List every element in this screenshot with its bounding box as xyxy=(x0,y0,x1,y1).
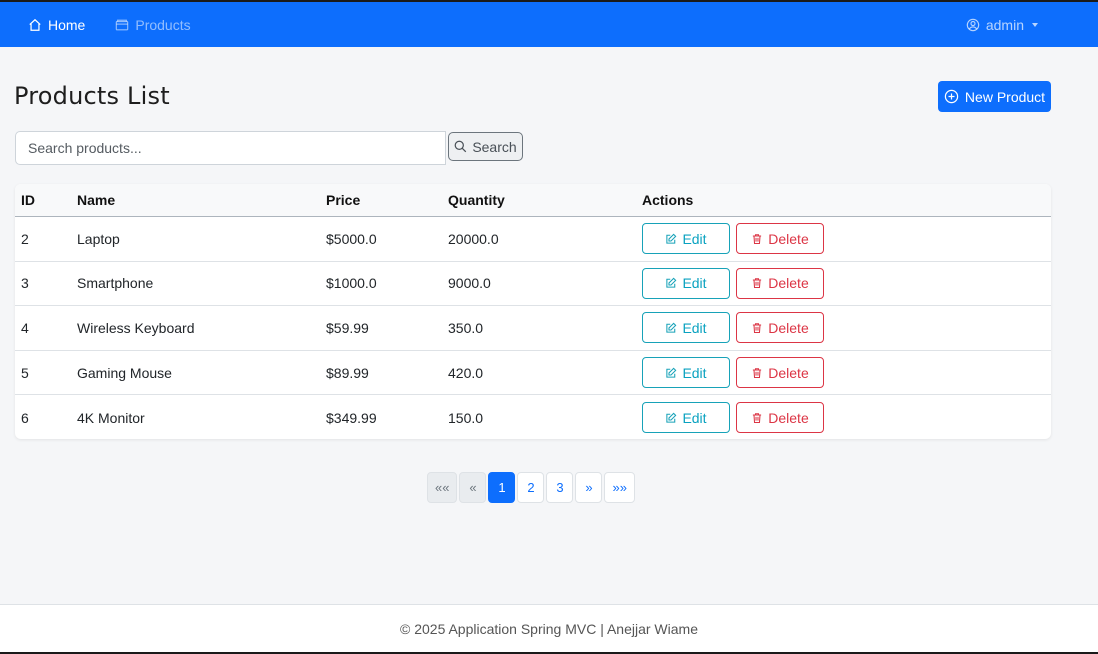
header-actions: Actions xyxy=(642,192,694,208)
page-prev-button[interactable]: « xyxy=(459,472,487,503)
trash-icon xyxy=(753,412,762,423)
pencil-square-icon xyxy=(666,233,677,244)
trash-icon xyxy=(753,278,762,289)
cell-quantity: 150.0 xyxy=(448,409,484,426)
edit-label: Edit xyxy=(682,409,707,426)
user-circle-icon xyxy=(966,18,980,31)
cell-actions: Edit Delete xyxy=(642,357,1051,389)
edit-label: Edit xyxy=(682,275,707,292)
cell-quantity: 9000.0 xyxy=(448,275,491,292)
plus-circle-icon xyxy=(944,89,959,104)
search-button[interactable]: Search xyxy=(448,132,523,161)
edit-label: Edit xyxy=(682,230,707,247)
box-icon xyxy=(116,19,129,30)
table-row: 4 Wireless Keyboard $59.99 350.0 Edit De… xyxy=(15,306,1051,351)
new-product-label: New Product xyxy=(964,88,1046,105)
table-row: 2 Laptop $5000.0 20000.0 Edit Delete xyxy=(15,217,1051,262)
page-next-button[interactable]: » xyxy=(575,472,603,503)
cell-price: $5000.0 xyxy=(326,230,377,247)
nav-home-link[interactable]: Home xyxy=(28,17,85,33)
table-header: ID Name Price Quantity Actions xyxy=(15,184,1051,217)
edit-label: Edit xyxy=(682,319,707,336)
delete-label: Delete xyxy=(768,319,809,336)
delete-button[interactable]: Delete xyxy=(736,267,824,299)
delete-button[interactable]: Delete xyxy=(736,223,824,255)
delete-label: Delete xyxy=(768,230,809,247)
page-first-button[interactable]: «« xyxy=(427,472,458,503)
cell-quantity: 350.0 xyxy=(448,319,484,336)
table-row: 3 Smartphone $1000.0 9000.0 Edit Delete xyxy=(15,262,1051,307)
products-table: ID Name Price Quantity Actions 2 Laptop … xyxy=(15,184,1051,439)
edit-button[interactable]: Edit xyxy=(642,223,730,255)
footer: © 2025 Application Spring MVC | Anejjar … xyxy=(0,604,1098,652)
nav-products-link[interactable]: Products xyxy=(115,16,191,33)
delete-label: Delete xyxy=(768,409,809,426)
header-quantity: Quantity xyxy=(448,192,505,208)
page-last-button[interactable]: »» xyxy=(604,472,635,503)
cell-actions: Edit Delete xyxy=(642,312,1051,344)
edit-button[interactable]: Edit xyxy=(642,357,730,389)
edit-button[interactable]: Edit xyxy=(642,402,730,434)
cell-price: $89.99 xyxy=(326,364,369,381)
pencil-square-icon xyxy=(666,412,677,423)
page-1-button[interactable]: 1 xyxy=(488,472,516,503)
table-row: 5 Gaming Mouse $89.99 420.0 Edit Delete xyxy=(15,351,1051,396)
footer-text: © 2025 Application Spring MVC | Anejjar … xyxy=(400,620,698,637)
cell-id: 3 xyxy=(21,275,29,292)
cell-name: Smartphone xyxy=(77,275,154,292)
delete-button[interactable]: Delete xyxy=(736,357,824,389)
delete-button[interactable]: Delete xyxy=(736,402,824,434)
edit-label: Edit xyxy=(682,364,707,381)
cell-actions: Edit Delete xyxy=(642,267,1051,299)
navbar: Home Products admin xyxy=(0,2,1098,47)
cell-quantity: 420.0 xyxy=(448,364,484,381)
search-button-label: Search xyxy=(472,138,517,155)
trash-icon xyxy=(753,323,762,334)
table-row: 6 4K Monitor $349.99 150.0 Edit Delete xyxy=(15,395,1051,439)
pencil-square-icon xyxy=(666,277,677,289)
cell-actions: Edit Delete xyxy=(642,223,1051,255)
cell-id: 5 xyxy=(21,364,29,381)
edit-button[interactable]: Edit xyxy=(642,312,730,344)
header-id: ID xyxy=(21,192,35,208)
cell-name: Laptop xyxy=(77,230,120,247)
cell-id: 6 xyxy=(21,409,29,426)
cell-price: $349.99 xyxy=(326,409,377,426)
cell-price: $1000.0 xyxy=(326,275,377,292)
delete-label: Delete xyxy=(768,275,809,292)
nav-home-label: Home xyxy=(48,16,86,33)
pencil-square-icon xyxy=(666,367,677,378)
search-input[interactable] xyxy=(15,131,446,165)
cell-price: $59.99 xyxy=(326,319,369,336)
nav-products-label: Products xyxy=(135,16,191,33)
pagination: «« « 1 2 3 » »» xyxy=(427,472,635,503)
page-title: Products List xyxy=(14,82,170,110)
delete-button[interactable]: Delete xyxy=(736,312,824,344)
page-2-button[interactable]: 2 xyxy=(517,472,545,503)
cell-actions: Edit Delete xyxy=(642,402,1051,434)
new-product-button[interactable]: New Product xyxy=(938,81,1051,112)
cell-name: Gaming Mouse xyxy=(77,364,172,381)
caret-down-icon xyxy=(1032,23,1038,27)
search-icon xyxy=(454,140,467,153)
user-name: admin xyxy=(985,16,1024,33)
delete-label: Delete xyxy=(768,364,809,381)
house-icon xyxy=(29,18,41,31)
trash-icon xyxy=(753,233,762,244)
header-name: Name xyxy=(77,192,116,208)
trash-icon xyxy=(753,367,762,378)
cell-id: 4 xyxy=(21,319,29,336)
cell-quantity: 20000.0 xyxy=(448,230,499,247)
page-3-button[interactable]: 3 xyxy=(546,472,574,503)
user-menu-dropdown[interactable]: admin xyxy=(966,2,1038,47)
pencil-square-icon xyxy=(666,322,677,333)
cell-name: 4K Monitor xyxy=(77,409,145,426)
edit-button[interactable]: Edit xyxy=(642,267,730,299)
cell-id: 2 xyxy=(21,230,29,247)
header-price: Price xyxy=(326,192,361,208)
cell-name: Wireless Keyboard xyxy=(77,319,195,336)
